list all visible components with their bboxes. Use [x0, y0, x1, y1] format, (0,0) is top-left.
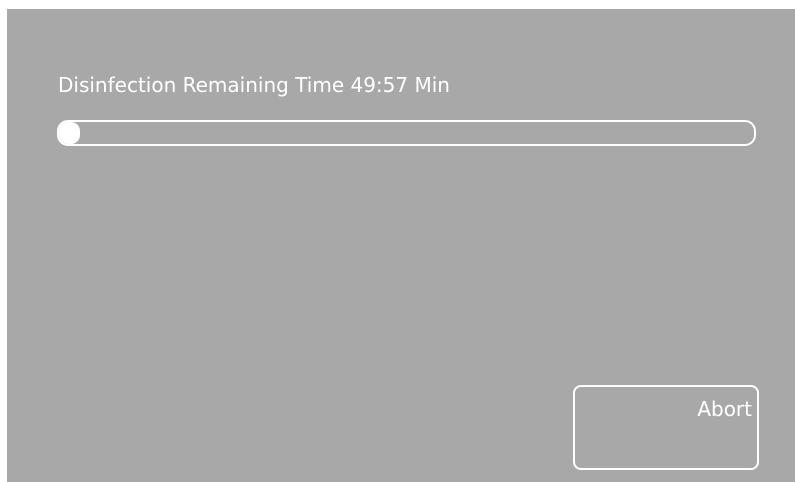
remaining-time-label: Disinfection Remaining Time 49:57 Min [58, 73, 450, 97]
progress-fill [59, 122, 80, 144]
disinfection-screen: Disinfection Remaining Time 49:57 Min Ab… [7, 9, 795, 482]
disinfection-progress-bar [57, 120, 756, 146]
abort-button[interactable]: Abort [573, 385, 759, 470]
abort-button-label: Abort [697, 397, 752, 421]
